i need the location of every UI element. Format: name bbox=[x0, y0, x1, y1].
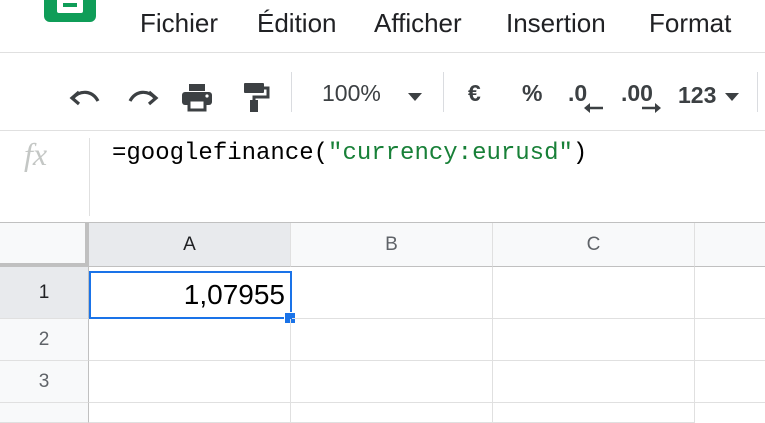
cell-d1[interactable] bbox=[695, 267, 765, 319]
more-formats-dropdown-icon[interactable] bbox=[713, 78, 751, 116]
toolbar-separator bbox=[443, 72, 444, 112]
menu-afficher[interactable]: Afficher bbox=[374, 8, 462, 39]
column-header-c[interactable]: C bbox=[493, 223, 695, 267]
currency-format-button[interactable]: € bbox=[468, 80, 481, 107]
arrow-left-icon bbox=[584, 103, 603, 113]
sheets-logo-icon[interactable] bbox=[44, 0, 96, 22]
cell-c3[interactable] bbox=[493, 361, 695, 403]
cell-b4[interactable] bbox=[291, 403, 493, 423]
column-header-b[interactable]: B bbox=[291, 223, 493, 267]
cell-c1[interactable] bbox=[493, 267, 695, 319]
cell-c2[interactable] bbox=[493, 319, 695, 361]
menu-insertion[interactable]: Insertion bbox=[506, 8, 606, 39]
cell-a2[interactable] bbox=[89, 319, 291, 361]
percent-format-button[interactable]: % bbox=[522, 80, 542, 107]
row-header-4[interactable] bbox=[0, 403, 89, 423]
more-formats-button[interactable]: 123 bbox=[678, 82, 716, 109]
redo-icon[interactable] bbox=[124, 78, 162, 116]
spreadsheet-grid: A B C 1 2 3 1,07955 bbox=[0, 223, 765, 423]
cell-a4[interactable] bbox=[89, 403, 291, 423]
formula-prefix: =googlefinance( bbox=[112, 140, 329, 167]
row-header-1[interactable]: 1 bbox=[0, 267, 89, 319]
menu-divider bbox=[0, 52, 765, 53]
column-header-next[interactable] bbox=[695, 223, 765, 267]
formula-suffix: ) bbox=[572, 140, 588, 167]
toolbar-separator bbox=[291, 72, 292, 112]
row-header-3[interactable]: 3 bbox=[0, 361, 89, 403]
cell-d2[interactable] bbox=[695, 319, 765, 361]
print-icon[interactable] bbox=[178, 78, 216, 116]
menu-edition[interactable]: Édition bbox=[257, 8, 337, 39]
fx-icon: fx bbox=[24, 136, 48, 172]
cell-a3[interactable] bbox=[89, 361, 291, 403]
formula-input[interactable]: =googlefinance("currency:eurusd") bbox=[112, 140, 587, 167]
select-all-corner[interactable] bbox=[0, 223, 89, 267]
cell-b2[interactable] bbox=[291, 319, 493, 361]
column-header-a[interactable]: A bbox=[89, 223, 291, 267]
increase-decimals-button[interactable]: .00 bbox=[621, 78, 667, 118]
zoom-dropdown-icon[interactable] bbox=[396, 78, 434, 116]
row-header-2[interactable]: 2 bbox=[0, 319, 89, 361]
zoom-value[interactable]: 100% bbox=[322, 80, 381, 107]
toolbar-separator bbox=[757, 72, 758, 112]
cell-a1[interactable]: 1,07955 bbox=[89, 271, 292, 319]
cell-b3[interactable] bbox=[291, 361, 493, 403]
formula-string-arg: "currency:eurusd" bbox=[328, 140, 573, 167]
cell-b1[interactable] bbox=[292, 267, 493, 319]
menu-fichier[interactable]: Fichier bbox=[140, 8, 218, 39]
cell-c4[interactable] bbox=[493, 403, 695, 423]
menu-format[interactable]: Format bbox=[649, 8, 731, 39]
formula-bar-separator bbox=[89, 138, 90, 216]
paint-format-icon[interactable] bbox=[236, 78, 274, 116]
undo-icon[interactable] bbox=[66, 78, 104, 116]
cell-d3[interactable] bbox=[695, 361, 765, 403]
toolbar-divider bbox=[0, 130, 765, 131]
decrease-decimals-button[interactable]: .0 bbox=[568, 78, 608, 118]
arrow-right-icon bbox=[642, 103, 661, 113]
